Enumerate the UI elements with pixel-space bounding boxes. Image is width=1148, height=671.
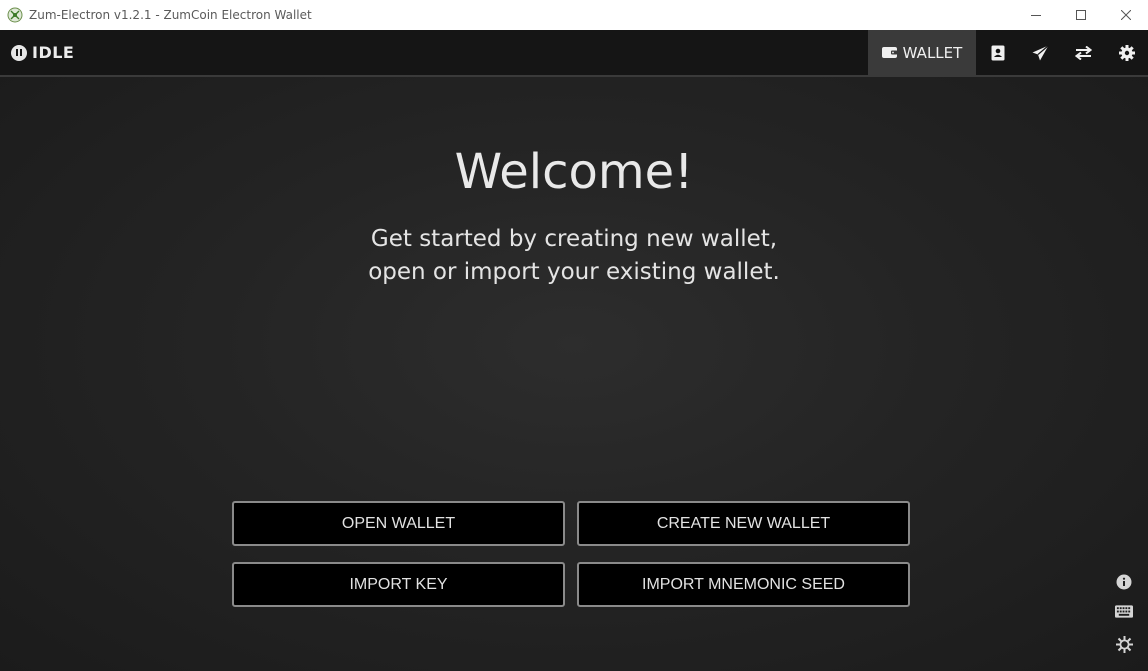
gear-icon	[1118, 44, 1135, 61]
maximize-button[interactable]	[1058, 0, 1103, 30]
maximize-icon	[1075, 10, 1086, 20]
welcome-screen: Welcome! Get started by creating new wal…	[0, 77, 1148, 671]
status-text: IDLE	[32, 43, 75, 62]
main-nav: WALLET	[868, 30, 1148, 75]
minimize-icon	[1030, 15, 1041, 16]
address-book-icon	[991, 45, 1004, 60]
wallet-icon	[881, 47, 898, 58]
app-header: IDLE WALLET	[0, 30, 1148, 77]
tab-address-book[interactable]	[976, 30, 1019, 75]
theme-toggle-button[interactable]	[1115, 636, 1133, 667]
exchange-icon	[1075, 45, 1092, 60]
close-icon	[1120, 10, 1131, 20]
keyboard-icon	[1115, 605, 1133, 618]
pause-icon	[11, 44, 27, 61]
create-new-wallet-button[interactable]: CREATE NEW WALLET	[577, 501, 910, 546]
info-button[interactable]	[1115, 574, 1133, 605]
import-mnemonic-seed-button[interactable]: IMPORT MNEMONIC SEED	[577, 562, 910, 607]
subtitle-line-1: Get started by creating new wallet,	[370, 226, 778, 252]
tab-send[interactable]	[1019, 30, 1062, 75]
keyboard-shortcuts-button[interactable]	[1115, 605, 1133, 636]
tab-transactions[interactable]	[1062, 30, 1105, 75]
import-key-button[interactable]: IMPORT KEY	[232, 562, 565, 607]
brightness-icon	[1115, 636, 1133, 653]
open-wallet-button[interactable]: OPEN WALLET	[232, 501, 565, 546]
tab-settings[interactable]	[1105, 30, 1148, 75]
tab-wallet[interactable]: WALLET	[868, 30, 976, 75]
page-title: Welcome!	[454, 144, 694, 200]
subtitle-line-2: open or import your existing wallet.	[368, 259, 780, 285]
zumcoin-logo-icon	[7, 7, 23, 23]
close-button[interactable]	[1103, 0, 1148, 30]
side-toolbar	[1115, 574, 1133, 667]
welcome-subtitle: Get started by creating new wallet, open…	[0, 223, 1148, 289]
window-title: Zum-Electron v1.2.1 - ZumCoin Electron W…	[29, 8, 312, 22]
info-icon	[1116, 574, 1132, 590]
send-icon	[1032, 44, 1049, 60]
window-titlebar: Zum-Electron v1.2.1 - ZumCoin Electron W…	[0, 0, 1148, 30]
sync-status: IDLE	[11, 30, 74, 75]
minimize-button[interactable]	[1013, 0, 1058, 30]
tab-wallet-label: WALLET	[902, 43, 963, 62]
